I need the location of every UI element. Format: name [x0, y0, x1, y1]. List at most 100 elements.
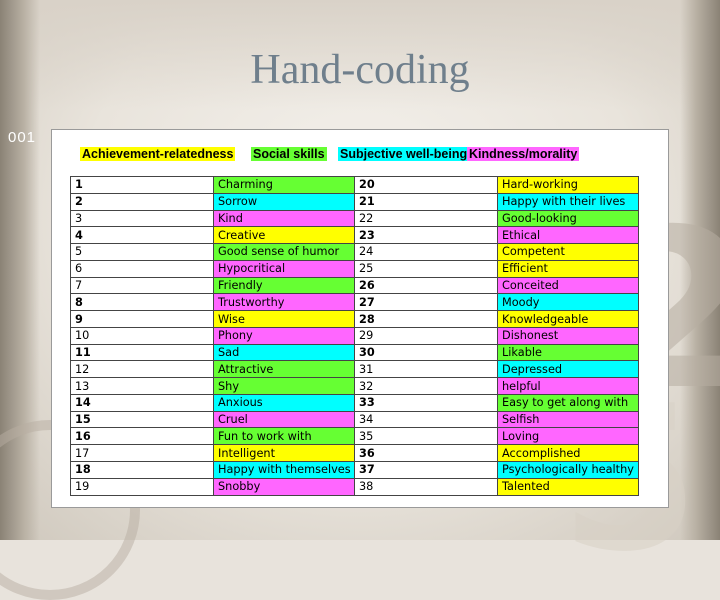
trait-word-cell: Happy with themselves: [213, 461, 355, 479]
trait-word-cell: Hard-working: [497, 176, 639, 194]
trait-word-cell: Selfish: [497, 410, 639, 429]
trait-word-cell: Snobby: [213, 477, 355, 496]
item-number-cell: 6: [70, 259, 214, 278]
item-number-cell: 22: [354, 209, 498, 228]
table-row: 14 Anxious 33 Easy to get along with: [70, 393, 639, 412]
trait-word-cell: Talented: [497, 477, 639, 496]
item-number-cell: 31: [354, 360, 498, 379]
item-number-cell: 5: [70, 243, 214, 261]
trait-word-cell: Intelligent: [213, 444, 355, 463]
table-row: 19 Snobby 38 Talented: [70, 477, 639, 496]
trait-word-cell: Anxious: [213, 393, 355, 412]
trait-word-cell: Sorrow: [213, 192, 355, 211]
item-number-cell: 7: [70, 276, 214, 295]
item-number-cell: 27: [354, 293, 498, 312]
trait-word-cell: Likable: [497, 343, 639, 362]
trait-word-cell: Loving: [497, 427, 639, 446]
trait-word-cell: Sad: [213, 343, 355, 362]
table-row: 3 Kind 22 Good-looking: [70, 209, 639, 228]
item-number-cell: 15: [70, 410, 214, 429]
item-number-cell: 30: [354, 343, 498, 362]
item-number-cell: 34: [354, 410, 498, 429]
table-row: 11 Sad 30 Likable: [70, 343, 639, 362]
content-box: Achievement-relatedness Social skills Su…: [51, 129, 669, 508]
trait-word-cell: Hypocritical: [213, 259, 355, 278]
item-number-cell: 16: [70, 427, 214, 446]
item-number-cell: 32: [354, 377, 498, 395]
item-number-cell: 13: [70, 377, 214, 395]
table-row: 13 Shy 32 helpful: [70, 377, 639, 395]
trait-word-cell: Attractive: [213, 360, 355, 379]
item-number-cell: 33: [354, 393, 498, 412]
table-row: 18 Happy with themselves 37 Psychologically…: [70, 461, 639, 479]
trait-word-cell: Phony: [213, 326, 355, 345]
item-number-cell: 10: [70, 326, 214, 345]
trait-word-cell: Trustworthy: [213, 293, 355, 312]
item-number-cell: 38: [354, 477, 498, 496]
item-number-cell: 23: [354, 226, 498, 245]
table-row: 15 Cruel 34 Selfish: [70, 410, 639, 429]
table-row: 9 Wise 28 Knowledgeable: [70, 310, 639, 328]
item-number-cell: 11: [70, 343, 214, 362]
trait-word-cell: Good-looking: [497, 209, 639, 228]
trait-word-cell: Shy: [213, 377, 355, 395]
trait-word-cell: Cruel: [213, 410, 355, 429]
trait-word-cell: Dishonest: [497, 326, 639, 345]
legend-social-skills: Social skills: [251, 147, 327, 161]
table-row: 10 Phony 29 Dishonest: [70, 326, 639, 345]
item-number-cell: 9: [70, 310, 214, 328]
trait-word-cell: Creative: [213, 226, 355, 245]
table-row: 8 Trustworthy 27 Moody: [70, 293, 639, 312]
item-number-cell: 26: [354, 276, 498, 295]
slide-number: 001: [8, 129, 37, 146]
trait-word-cell: Kind: [213, 209, 355, 228]
slide-title: Hand-coding: [250, 47, 470, 93]
trait-word-cell: Wise: [213, 310, 355, 328]
coding-table-body: 1 Charming 20 Hard-working 2 Sorrow 21 Happy wi…: [70, 176, 639, 496]
coding-table: 1 Charming 20 Hard-working 2 Sorrow 21 Happy wi…: [70, 176, 639, 496]
table-row: 1 Charming 20 Hard-working: [70, 176, 639, 194]
item-number-cell: 20: [354, 176, 498, 194]
trait-word-cell: Moody: [497, 293, 639, 312]
item-number-cell: 28: [354, 310, 498, 328]
item-number-cell: 25: [354, 259, 498, 278]
legend-achievement: Achievement-relatedness: [80, 147, 236, 161]
item-number-cell: 12: [70, 360, 214, 379]
item-number-cell: 24: [354, 243, 498, 261]
table-row: 16 Fun to work with 35 Loving: [70, 427, 639, 446]
trait-word-cell: Easy to get along with: [497, 393, 639, 412]
legend-kindness: Kindness/morality: [467, 147, 580, 161]
trait-word-cell: Accomplished: [497, 444, 639, 463]
table-row: 12 Attractive 31 Depressed: [70, 360, 639, 379]
item-number-cell: 18: [70, 461, 214, 479]
item-number-cell: 14: [70, 393, 214, 412]
trait-word-cell: Competent: [497, 243, 639, 261]
trait-word-cell: Fun to work with: [213, 427, 355, 446]
item-number-cell: 3: [70, 209, 214, 228]
table-row: 6 Hypocritical 25 Efficient: [70, 259, 639, 278]
trait-word-cell: Charming: [213, 176, 355, 194]
table-row: 5 Good sense of humor 24 Competent: [70, 243, 639, 261]
table-row: 2 Sorrow 21 Happy with their lives: [70, 192, 639, 211]
trait-word-cell: helpful: [497, 377, 639, 395]
trait-word-cell: Happy with their lives: [497, 192, 639, 211]
trait-word-cell: Conceited: [497, 276, 639, 295]
item-number-cell: 19: [70, 477, 214, 496]
trait-word-cell: Good sense of humor: [213, 243, 355, 261]
trait-word-cell: Depressed: [497, 360, 639, 379]
item-number-cell: 37: [354, 461, 498, 479]
table-row: 17 Intelligent 36 Accomplished: [70, 444, 639, 463]
item-number-cell: 35: [354, 427, 498, 446]
trait-word-cell: Psychologically healthy: [497, 461, 639, 479]
item-number-cell: 21: [354, 192, 498, 211]
item-number-cell: 29: [354, 326, 498, 345]
item-number-cell: 36: [354, 444, 498, 463]
trait-word-cell: Friendly: [213, 276, 355, 295]
table-row: 4 Creative 23 Ethical: [70, 226, 639, 245]
trait-word-cell: Ethical: [497, 226, 639, 245]
item-number-cell: 4: [70, 226, 214, 245]
trait-word-cell: Knowledgeable: [497, 310, 639, 328]
table-row: 7 Friendly 26 Conceited: [70, 276, 639, 295]
item-number-cell: 2: [70, 192, 214, 211]
item-number-cell: 17: [70, 444, 214, 463]
